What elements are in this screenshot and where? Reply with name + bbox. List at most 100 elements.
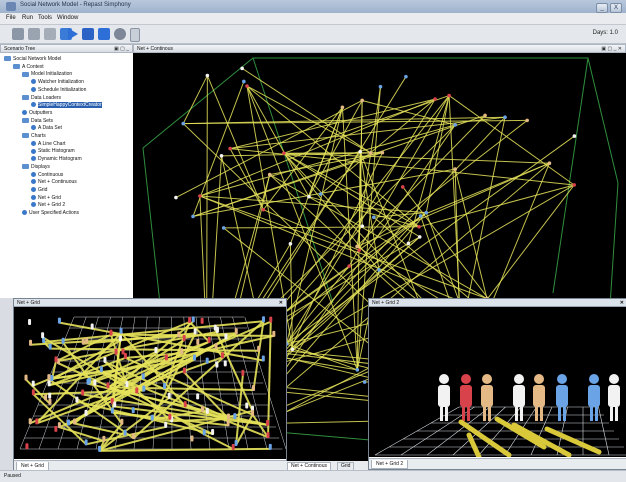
grid-2-canvas[interactable] [369,307,626,457]
agent-figure [75,397,78,403]
status-text: Paused [4,473,21,479]
tree-item[interactable]: A Context [13,64,44,71]
save-icon[interactable] [12,28,24,40]
agent-figure [168,393,171,399]
agent-node [245,84,249,88]
close-icon[interactable]: ✕ [620,299,624,307]
tree-item[interactable]: Continuous [31,172,63,179]
agent-node [206,74,210,78]
net-grid-2-title: Net + Grid 2 [372,300,399,306]
agent-node [282,151,286,155]
stop-icon[interactable] [114,28,126,40]
tree-item-label: Continuous [38,172,63,178]
node-icon [31,187,36,192]
tree-item-label: Net + Grid 2 [38,202,65,208]
agent-node [548,161,552,165]
reset-icon[interactable] [130,28,140,42]
agent-figure [184,401,187,407]
agent-node [347,264,351,268]
tree-item[interactable]: Watcher Initialization [31,79,84,86]
tree-item[interactable]: SimpleHappyContextCreator [31,102,102,109]
agent-node [404,75,408,79]
net-grid-titlebar: Net + Grid ✕ [14,299,286,307]
agent-figure [241,370,244,376]
pause-icon[interactable] [98,28,110,40]
net-grid-window[interactable]: Net + Grid ✕ Net + Grid [13,298,287,472]
menu-run[interactable]: Run [22,15,33,21]
tree-item[interactable]: Dynamic Histogram [31,156,82,163]
agent-body [588,385,600,407]
agent-figure [269,317,272,323]
agent-node [268,173,272,177]
tab-net-grid-2[interactable]: Net + Grid 2 [371,460,408,469]
net-grid-2-window[interactable]: Net + Grid 2 ✕ Net + Grid 2 [368,298,626,470]
menu-window[interactable]: Window [57,15,78,21]
network-link [419,185,574,227]
tree-item[interactable]: Displays [22,164,50,171]
grid-canvas[interactable] [14,307,286,459]
tree-item[interactable]: User Specified Actions [22,210,79,217]
agent-node [447,94,451,98]
tree-item-label: Dynamic Histogram [38,156,82,162]
agent-figure [73,419,76,425]
agent-node [222,226,226,230]
agent-node [381,151,385,155]
agent-figure [98,446,101,452]
tree-item[interactable]: Schedule Initialization [31,87,86,94]
tree-item[interactable]: Data Sets [22,118,53,125]
agent-figure [227,414,230,420]
open-icon[interactable] [28,28,40,40]
tree-item-label: User Specified Actions [29,210,79,216]
close-button[interactable]: X [610,3,622,13]
tree-item[interactable]: Net + Continuous [31,179,77,186]
play-icon[interactable] [82,28,94,40]
menu-bar: File Run Tools Window [0,13,626,25]
agent-node [356,368,360,372]
agent-node [453,123,457,127]
node-icon [31,125,36,130]
tree-panel-title: Scenario Tree [4,46,35,52]
agent-leg [462,407,465,421]
tree-item[interactable]: Net + Grid [31,195,61,202]
agent-body [533,385,545,407]
tree-item-label: Grid [38,187,47,193]
agent-figure [201,406,204,412]
menu-tools[interactable]: Tools [38,15,52,21]
display-tab-title[interactable]: Net + Continous [137,46,173,52]
agent-node [220,154,224,158]
close-icon[interactable]: ✕ [279,299,283,307]
agent-leg [590,407,593,421]
agent-figure [221,352,224,358]
tree-item-label: Data Sets [31,118,53,124]
folder-icon [22,133,29,138]
tree-item[interactable]: Outputters [22,110,52,117]
node-icon [31,172,36,177]
tree-item[interactable]: A Data Set [31,125,62,132]
agent-head [589,374,599,384]
tree-item[interactable]: Net + Grid 2 [31,202,65,209]
settings-icon[interactable] [44,28,56,40]
agent-node [242,80,246,84]
minimize-button[interactable]: _ [596,3,608,13]
tree-item[interactable]: Charts [22,133,46,140]
agent-leg [467,407,470,421]
agent-node [289,242,293,246]
agent-node [341,105,345,109]
agent-figure [100,366,103,372]
node-icon [31,195,36,200]
agent-figure [201,318,204,324]
menu-file[interactable]: File [6,15,16,21]
tree-item[interactable]: Social Network Model [4,56,61,63]
tick-count: Days: 1.0 [593,30,618,36]
tree-item[interactable]: Data Loaders [22,95,61,102]
tree-item[interactable]: Model Initialization [22,71,72,78]
agent-node [572,183,576,187]
tree-item[interactable]: Static Histogram [31,148,75,155]
folder-icon [13,64,20,69]
step-icon[interactable] [68,28,78,40]
tree-item[interactable]: A Line Chart [31,141,66,148]
tree-item[interactable]: Grid [31,187,47,194]
agent-leg [515,407,518,421]
agent-node [363,380,367,384]
agent-node [377,268,381,272]
